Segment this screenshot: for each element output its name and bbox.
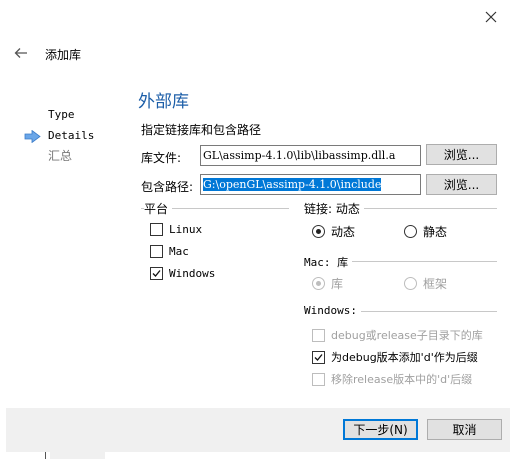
linking-group-title: 链接: 动态 (304, 200, 364, 217)
add-library-wizard: 添加库 Type Details 汇总 外部库 指定链接库和包含路径 库文件: … (0, 0, 516, 459)
radio-dot (404, 225, 417, 238)
footer-tab (50, 452, 105, 459)
platform-group-title: 平台 (144, 200, 173, 217)
include-path-label: 包含路径: (141, 180, 194, 194)
close-icon (485, 11, 497, 23)
page-heading: 外部库 (138, 92, 189, 112)
platform-linux-checkbox[interactable]: Linux (150, 223, 202, 236)
linking-static-radio[interactable]: 静态 (404, 223, 447, 240)
back-button[interactable] (12, 44, 30, 62)
radio-dot (312, 225, 325, 238)
checkbox-box (150, 245, 163, 258)
linking-dynamic-radio[interactable]: 动态 (312, 223, 355, 240)
step-details: Details (24, 125, 124, 146)
include-path-selection: G:\openGL\assimp-4.1.0\include (203, 178, 382, 191)
mac-library-radio[interactable]: 库 (312, 275, 343, 292)
mac-group-title: Mac: 库 (304, 254, 353, 270)
platform-mac-checkbox[interactable]: Mac (150, 245, 189, 258)
checkbox-box (150, 223, 163, 236)
include-path-browse-button[interactable]: 浏览... (426, 174, 497, 195)
page-subheading: 指定链接库和包含路径 (141, 123, 262, 137)
library-file-input[interactable]: GL\assimp-4.1.0\lib\libassimp.dll.a (200, 145, 421, 166)
mac-framework-radio[interactable]: 框架 (404, 275, 447, 292)
wizard-footer: 下一步(N) 取消 (6, 408, 510, 452)
platform-windows-checkbox[interactable]: Windows (150, 267, 215, 280)
next-button[interactable]: 下一步(N) (343, 419, 418, 440)
step-summary: 汇总 (48, 149, 73, 163)
windows-group-title: Windows: (304, 304, 361, 317)
checkbox-box (312, 372, 325, 386)
windows-add-d-suffix-checkbox[interactable]: 为debug版本添加'd'作为后缀 (312, 349, 478, 365)
cancel-button[interactable]: 取消 (427, 419, 502, 440)
windows-debug-release-subdir-checkbox[interactable]: debug或release子目录下的库 (312, 327, 483, 343)
close-button[interactable] (480, 6, 502, 28)
library-file-browse-button[interactable]: 浏览... (426, 144, 497, 165)
checkmark-icon (152, 270, 161, 277)
step-type: Type (48, 108, 75, 121)
radio-dot (312, 277, 325, 290)
window-title: 添加库 (45, 48, 82, 62)
include-path-input[interactable]: G:\openGL\assimp-4.1.0\include (200, 174, 421, 195)
arrow-left-icon (14, 48, 27, 58)
checkbox-box (312, 328, 325, 342)
wizard-steps: Type Details 汇总 (24, 104, 124, 167)
windows-remove-d-suffix-checkbox[interactable]: 移除release版本中的'd'后缀 (312, 371, 472, 387)
checkbox-box (150, 267, 163, 280)
checkmark-icon (314, 353, 323, 361)
radio-dot (404, 277, 417, 290)
footer-divider (45, 452, 46, 459)
checkbox-box (312, 350, 325, 364)
library-file-label: 库文件: (141, 151, 182, 165)
